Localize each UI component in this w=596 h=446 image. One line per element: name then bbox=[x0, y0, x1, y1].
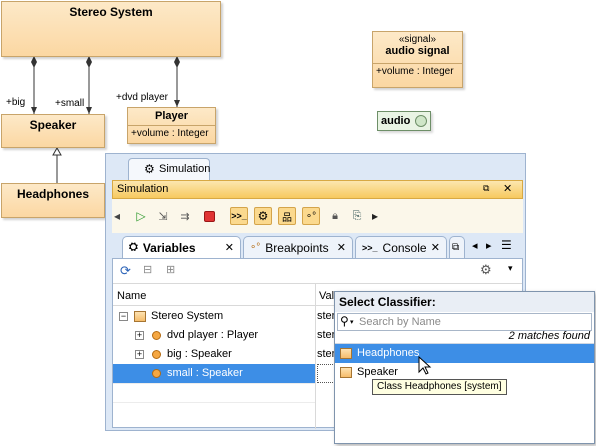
mouse-cursor-icon bbox=[418, 356, 432, 375]
close-breakpoints-icon[interactable]: ✕ bbox=[337, 241, 346, 254]
row-name: Stereo System bbox=[151, 310, 224, 322]
column-value-header[interactable]: Val bbox=[319, 290, 334, 302]
audio-port[interactable]: audio bbox=[377, 111, 431, 131]
tab-scroll-right-icon[interactable]: ▸ bbox=[486, 239, 492, 252]
tab-variables[interactable]: ⛭ Variables ✕ bbox=[122, 236, 241, 258]
tab-console[interactable]: >>_ Console ✕ bbox=[355, 236, 447, 258]
part-icon bbox=[152, 350, 161, 359]
signal-stereotype: «signal» bbox=[398, 34, 437, 45]
table-row[interactable]: + dvd player : Player ster bbox=[113, 326, 335, 345]
table-row-selected[interactable]: small : Speaker bbox=[113, 364, 315, 383]
simulation-toolbar: ◂ ▷ ⇲ ⇉ >>_ ⚙ 品 ∘° 🔒︎ ⎘ ▸ bbox=[112, 199, 523, 233]
stereo-system-class[interactable]: Stereo System bbox=[1, 1, 221, 57]
tab-simulation[interactable]: ⚙ Simulation bbox=[128, 158, 210, 180]
expand-all-icon[interactable]: ⊞ bbox=[166, 263, 175, 276]
part-icon bbox=[152, 369, 161, 378]
collapse-left-icon[interactable]: ◂ bbox=[112, 207, 122, 225]
player-attribute: +volume : Integer bbox=[131, 128, 209, 139]
search-icon[interactable]: ⚲ bbox=[340, 314, 349, 328]
step-over-icon[interactable]: ⇉ bbox=[176, 207, 194, 225]
refresh-icon[interactable]: ⟳ bbox=[120, 263, 131, 279]
list-item-label: Headphones bbox=[357, 347, 420, 359]
collapse-all-icon[interactable]: ⊟ bbox=[143, 263, 152, 276]
run-icon[interactable]: ▷ bbox=[132, 207, 150, 225]
step-into-icon[interactable]: ⇲ bbox=[154, 207, 172, 225]
class-icon bbox=[134, 311, 146, 322]
player-title: Player bbox=[154, 110, 189, 122]
row-value: ster bbox=[317, 329, 336, 341]
animation-gear-icon[interactable]: ⚙ bbox=[254, 207, 272, 225]
tab-hidden[interactable]: ⧉ bbox=[449, 236, 465, 258]
more-right-icon[interactable]: ▸ bbox=[370, 207, 380, 225]
breakpoints-toggle-icon[interactable]: ∘° bbox=[302, 207, 320, 225]
audio-signal-class[interactable]: «signal» audio signal +volume : Integer bbox=[372, 31, 463, 88]
popup-title: Select Classifier: bbox=[335, 292, 594, 312]
row-name: dvd player : Player bbox=[167, 329, 259, 341]
search-options-icon[interactable]: ▾ bbox=[350, 318, 354, 326]
tab-breakpoints-label: Breakpoints bbox=[265, 240, 329, 255]
stereo-system-title: Stereo System bbox=[69, 5, 153, 19]
class-icon bbox=[340, 348, 352, 359]
view-tabs: ⛭ Variables ✕ ∘° Breakpoints ✕ >>_ Conso… bbox=[112, 233, 523, 258]
gear-icon: ⚙ bbox=[144, 162, 155, 176]
row-value: ster bbox=[317, 310, 336, 322]
close-variables-icon[interactable]: ✕ bbox=[225, 241, 234, 254]
speaker-class[interactable]: Speaker bbox=[1, 114, 105, 148]
row-name: big : Speaker bbox=[167, 348, 232, 360]
settings-gear-icon[interactable]: ⚙ bbox=[480, 262, 492, 278]
audio-port-label: audio bbox=[381, 115, 411, 127]
role-big-label: +big bbox=[6, 97, 26, 108]
simulation-title: Simulation bbox=[117, 183, 169, 195]
table-row[interactable]: + big : Speaker ster bbox=[113, 345, 335, 364]
settings-dropdown-icon[interactable]: ▾ bbox=[508, 263, 513, 274]
search-input[interactable]: ⚲ ▾ Search by Name bbox=[337, 313, 592, 331]
export-icon[interactable]: ⎘ bbox=[348, 207, 366, 225]
simulation-title-bar: Simulation ⧉ ✕ bbox=[112, 180, 523, 199]
table-row[interactable]: − Stereo System ster bbox=[113, 307, 335, 326]
select-classifier-popup: Select Classifier: ⚲ ▾ Search by Name 2 … bbox=[334, 291, 595, 444]
restore-icon[interactable]: ⧉ bbox=[483, 183, 489, 194]
list-item-label: Speaker bbox=[357, 366, 398, 378]
collapse-icon[interactable]: − bbox=[119, 312, 128, 321]
close-console-icon[interactable]: ✕ bbox=[431, 241, 440, 254]
variables-icon: ⛭ bbox=[129, 241, 138, 253]
lock-icon[interactable]: 🔒︎ bbox=[326, 207, 344, 225]
list-item-headphones[interactable]: Headphones bbox=[335, 344, 594, 363]
hierarchy-icon[interactable]: 品 bbox=[278, 207, 296, 225]
stop-icon[interactable] bbox=[200, 207, 218, 225]
tab-console-label: Console bbox=[382, 240, 427, 255]
console-icon: >>_ bbox=[362, 242, 378, 253]
row-value: ster bbox=[317, 348, 336, 360]
headphones-title: Headphones bbox=[16, 187, 89, 201]
role-small-label: +small bbox=[55, 98, 85, 109]
match-count: 2 matches found bbox=[508, 330, 590, 342]
tab-list-icon[interactable]: ☰ bbox=[501, 238, 512, 252]
port-circle-icon bbox=[415, 115, 427, 127]
tab-variables-label: Variables bbox=[142, 240, 196, 255]
search-placeholder: Search by Name bbox=[359, 316, 441, 328]
speaker-title: Speaker bbox=[29, 118, 77, 132]
signal-title: audio signal bbox=[385, 45, 450, 57]
class-icon bbox=[340, 367, 352, 378]
close-window-icon[interactable]: ✕ bbox=[503, 182, 512, 195]
breakpoints-icon: ∘° bbox=[250, 242, 261, 253]
column-name-header[interactable]: Name bbox=[117, 290, 146, 302]
role-dvd-label: +dvd player bbox=[116, 92, 168, 103]
signal-attribute: +volume : Integer bbox=[376, 66, 454, 77]
expand-icon[interactable]: + bbox=[135, 350, 144, 359]
console-toggle-icon[interactable]: >>_ bbox=[230, 207, 248, 225]
row-name: small : Speaker bbox=[167, 367, 243, 379]
classifier-tooltip: Class Headphones [system] bbox=[372, 379, 507, 395]
expand-icon[interactable]: + bbox=[135, 331, 144, 340]
part-icon bbox=[152, 331, 161, 340]
tab-breakpoints[interactable]: ∘° Breakpoints ✕ bbox=[243, 236, 353, 258]
tab-scroll-left-icon[interactable]: ◂ bbox=[472, 239, 478, 252]
player-class[interactable]: Player +volume : Integer bbox=[127, 107, 216, 144]
headphones-class[interactable]: Headphones bbox=[1, 183, 105, 218]
hidden-tab-icon: ⧉ bbox=[452, 242, 460, 253]
tab-simulation-label: Simulation bbox=[159, 163, 211, 175]
